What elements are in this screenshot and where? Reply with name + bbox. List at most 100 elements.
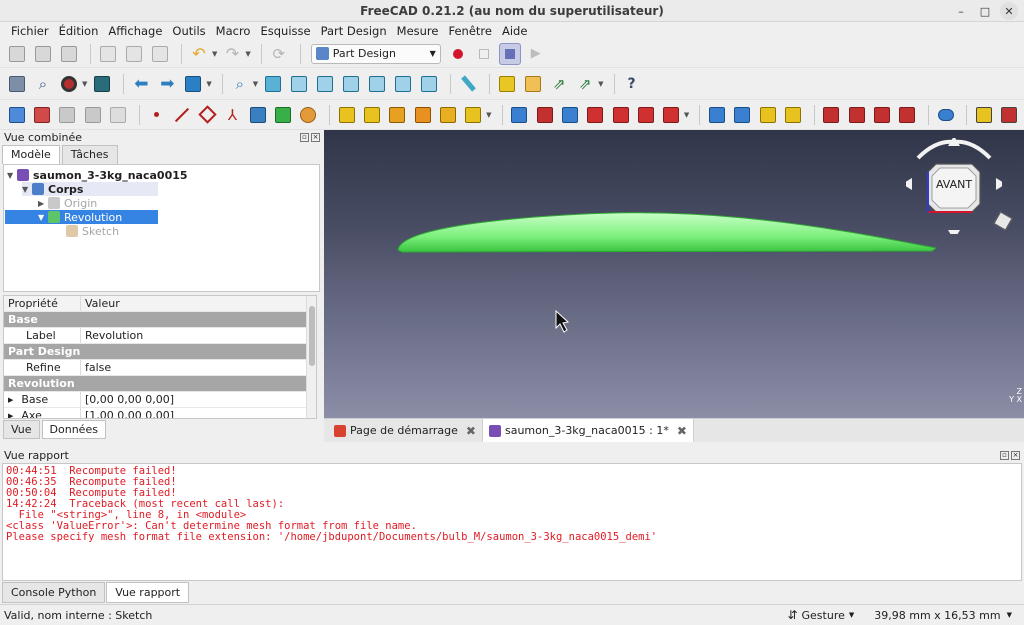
property-scrollbar[interactable]: [306, 296, 316, 418]
create-part-icon[interactable]: [496, 73, 518, 95]
arrow-down-icon[interactable]: [948, 230, 960, 240]
draw-style-icon[interactable]: [58, 73, 80, 95]
zoom-icon[interactable]: ⌕: [229, 73, 251, 95]
menu-edition[interactable]: Édition: [54, 24, 104, 38]
tab-taches[interactable]: Tâches: [61, 145, 118, 164]
hole-icon[interactable]: [534, 104, 555, 126]
subtractive-loft-icon[interactable]: [585, 104, 606, 126]
additive-primitive-icon[interactable]: [463, 104, 484, 126]
tab-vue-rapport[interactable]: Vue rapport: [106, 582, 190, 603]
chevron-right-icon[interactable]: ▶: [38, 199, 48, 208]
tree-item-sketch[interactable]: Sketch: [66, 224, 119, 238]
close-button[interactable]: ✕: [1000, 2, 1018, 20]
datum-point-icon[interactable]: [146, 104, 167, 126]
chevron-right-icon[interactable]: ▶: [8, 412, 13, 419]
execute-macro-icon[interactable]: ▶: [525, 43, 547, 65]
navigation-cube[interactable]: AVANT: [902, 136, 1006, 240]
mirrored-icon[interactable]: [706, 104, 727, 126]
link-actions-icon[interactable]: ⇗: [574, 73, 596, 95]
open-document-icon[interactable]: [32, 43, 54, 65]
float-panel-icon[interactable]: ▫: [300, 133, 309, 142]
copy-icon[interactable]: [123, 43, 145, 65]
tab-console-python[interactable]: Console Python: [2, 582, 106, 603]
view-left-icon[interactable]: [418, 73, 440, 95]
revolution-icon[interactable]: [361, 104, 382, 126]
nav-forward-icon[interactable]: ➡: [156, 73, 178, 95]
pad-icon[interactable]: [336, 104, 357, 126]
local-cs-icon[interactable]: ⅄: [222, 104, 243, 126]
tree-item-revolution[interactable]: ▼ Revolution: [5, 210, 158, 224]
tab-modele[interactable]: Modèle: [2, 145, 60, 164]
close-tab-icon[interactable]: ✖: [466, 424, 476, 438]
datum-plane-icon[interactable]: [196, 104, 217, 126]
menu-fichier[interactable]: Fichier: [6, 24, 54, 38]
polar-pattern-icon[interactable]: [757, 104, 778, 126]
rotate-right-arrow-icon[interactable]: [953, 139, 992, 160]
sub-shape-binder-icon[interactable]: [272, 104, 293, 126]
shape-binder-face-icon[interactable]: [298, 104, 319, 126]
create-sketch-icon[interactable]: [31, 104, 52, 126]
tree-item-document[interactable]: ▼ saumon_3-3kg_naca0015: [7, 168, 188, 182]
tab-vue[interactable]: Vue: [3, 420, 40, 439]
linear-pattern-icon[interactable]: [732, 104, 753, 126]
tab-document[interactable]: saumon_3-3kg_naca0015 : 1* ✖: [482, 419, 694, 442]
thickness-icon[interactable]: [897, 104, 918, 126]
fit-selection-icon[interactable]: ⌕: [32, 73, 54, 95]
chevron-down-icon[interactable]: ▼: [22, 185, 32, 194]
view-rear-icon[interactable]: [366, 73, 388, 95]
groove-icon[interactable]: [559, 104, 580, 126]
involute-gear-icon[interactable]: [999, 104, 1020, 126]
property-row-refine[interactable]: Refine false: [4, 360, 316, 376]
chevron-down-icon[interactable]: ▼: [38, 213, 48, 222]
view-top-icon[interactable]: [314, 73, 336, 95]
maximize-button[interactable]: □: [976, 2, 994, 20]
3d-viewport[interactable]: AVANT Z Y X: [324, 130, 1024, 418]
tree-item-origin[interactable]: ▶ Origin: [38, 196, 97, 210]
bounding-box-icon[interactable]: [91, 73, 113, 95]
close-tab-icon[interactable]: ✖: [677, 424, 687, 438]
check-geometry-icon[interactable]: [82, 104, 103, 126]
property-row-base[interactable]: ▶ Base [0,00 0,00 0,00]: [4, 392, 316, 408]
subtractive-primitive-icon[interactable]: [661, 104, 682, 126]
create-group-icon[interactable]: [522, 73, 544, 95]
menu-part-design[interactable]: Part Design: [316, 24, 392, 38]
nav-back-icon[interactable]: ⬅: [130, 73, 152, 95]
menu-esquisse[interactable]: Esquisse: [255, 24, 315, 38]
revolution-shape[interactable]: [397, 212, 938, 253]
chevron-down-icon[interactable]: ▼: [7, 171, 17, 180]
menu-mesure[interactable]: Mesure: [392, 24, 444, 38]
float-panel-icon[interactable]: ▫: [1000, 450, 1009, 460]
minimize-button[interactable]: –: [952, 2, 970, 20]
clone-icon[interactable]: [247, 104, 268, 126]
create-body-icon[interactable]: [6, 104, 27, 126]
menu-macro[interactable]: Macro: [211, 24, 256, 38]
close-panel-icon[interactable]: ×: [311, 133, 320, 142]
new-document-icon[interactable]: [6, 43, 28, 65]
property-value[interactable]: false: [81, 361, 316, 374]
property-value[interactable]: [1,00 0,00 0,00]: [81, 409, 316, 418]
menu-fenetre[interactable]: Fenêtre: [443, 24, 496, 38]
menu-outils[interactable]: Outils: [167, 24, 210, 38]
close-panel-icon[interactable]: ×: [1011, 450, 1020, 460]
arrow-right-icon[interactable]: [996, 178, 1006, 190]
menu-affichage[interactable]: Affichage: [103, 24, 167, 38]
whats-this-icon[interactable]: ?: [621, 73, 643, 95]
macros-icon[interactable]: [498, 42, 521, 65]
sprocket-icon[interactable]: [973, 104, 994, 126]
subtractive-helix-icon[interactable]: [635, 104, 656, 126]
datum-line-icon[interactable]: [171, 104, 192, 126]
tree-item-body[interactable]: ▼ Corps: [22, 182, 158, 196]
std-views-icon[interactable]: [182, 73, 204, 95]
draft-icon[interactable]: [871, 104, 892, 126]
redo-icon[interactable]: ↷: [221, 43, 243, 65]
measure-distance-icon[interactable]: [457, 73, 479, 95]
navigation-style-selector[interactable]: ⇵ Gesture ▼: [787, 608, 854, 622]
arrow-left-icon[interactable]: [902, 178, 912, 190]
stop-macro-icon[interactable]: [473, 43, 495, 65]
undo-icon[interactable]: ↶: [188, 43, 210, 65]
chevron-right-icon[interactable]: ▶: [8, 396, 13, 404]
fit-all-icon[interactable]: [6, 73, 28, 95]
report-output[interactable]: 00:44:51 Recompute failed! 00:46:35 Reco…: [2, 463, 1022, 581]
tab-donnees[interactable]: Données: [41, 420, 106, 439]
additive-helix-icon[interactable]: [437, 104, 458, 126]
